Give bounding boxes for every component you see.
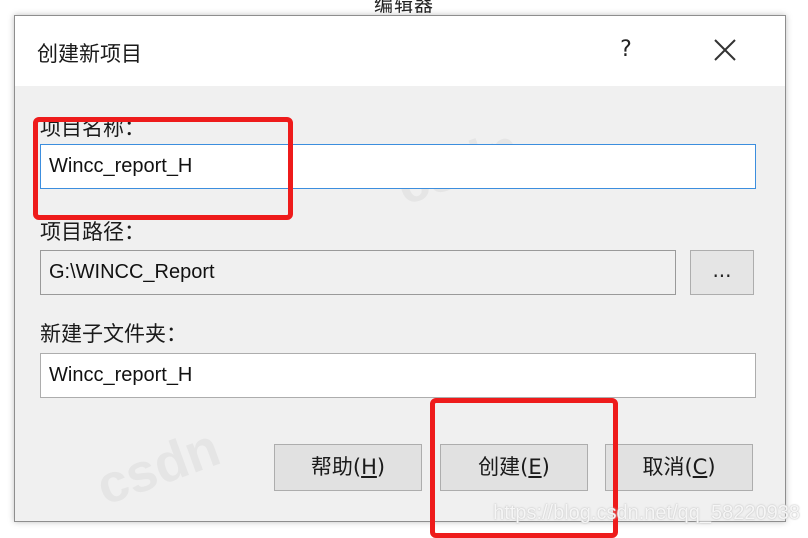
browse-button[interactable]: ... [690,250,754,295]
subfolder-label: 新建子文件夹： [40,322,187,346]
project-path-label: 项目路径： [40,220,145,244]
create-button-accesskey: E [528,455,542,479]
subfolder-input[interactable]: Wincc_report_H [40,353,756,398]
project-path-input[interactable]: G:\WINCC_Report [40,250,676,295]
help-button[interactable]: 帮助(H) [274,444,422,491]
cancel-button[interactable]: 取消(C) [605,444,753,491]
create-button[interactable]: 创建(E) [440,444,588,491]
create-button-label: 创建 [478,455,521,479]
create-project-dialog: csdn csdn 创建新项目 ? 项目名称： Wincc_report_H 项… [14,15,786,522]
cancel-button-accesskey: C [692,455,708,479]
dialog-title: 创建新项目 [37,42,142,66]
dialog-titlebar: 创建新项目 ? [15,16,785,86]
cancel-button-label: 取消 [642,455,685,479]
close-icon [714,39,736,61]
watermark-url: https://blog.csdn.net/qq_58220938 [493,502,800,524]
help-button-accesskey: H [361,455,377,479]
help-button-label: 帮助 [310,455,353,479]
project-name-label: 项目名称： [40,116,145,140]
close-button[interactable] [705,32,745,68]
watermark-ghost: csdn [88,417,228,517]
background-window-title: 编辑器 [373,0,434,16]
help-title-button[interactable]: ? [611,34,641,66]
project-name-input[interactable]: Wincc_report_H [40,144,756,189]
